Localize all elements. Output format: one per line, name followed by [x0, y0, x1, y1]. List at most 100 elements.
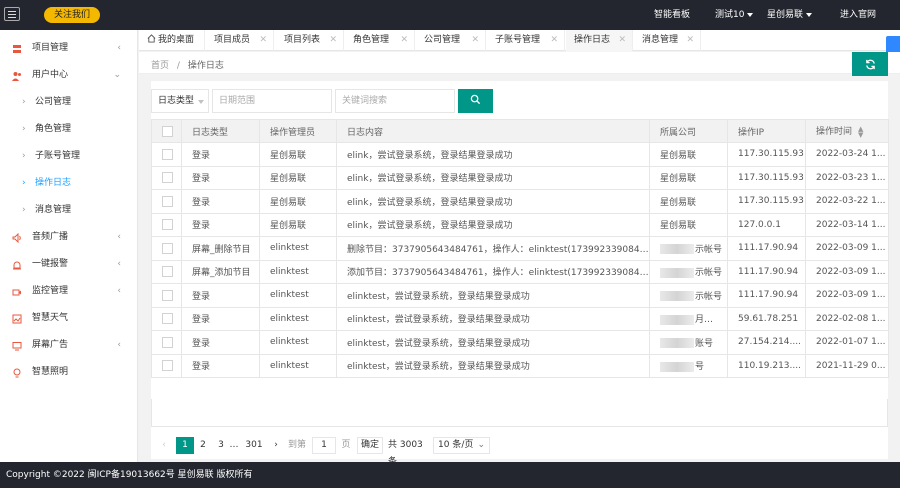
col-header-time[interactable]: 操作时间 ▲ ▼ — [805, 119, 889, 143]
page-2-button[interactable]: 2 — [196, 437, 210, 454]
sidebar-subitem-company[interactable]: › 公司管理 — [0, 89, 137, 116]
cell-time: 2022-03-09 1... — [805, 283, 889, 308]
row-checkbox[interactable] — [151, 236, 182, 261]
sidebar-item-audio[interactable]: 音频广播 ‹ — [0, 224, 137, 251]
cell-type: 登录 — [181, 353, 260, 378]
col-header-content: 日志内容 — [336, 119, 650, 143]
sidebar-item-monitor[interactable]: 监控管理 ‹ — [0, 278, 137, 305]
page-1-button[interactable]: 1 — [176, 437, 194, 454]
prev-page-button[interactable]: ‹ — [157, 437, 171, 454]
cell-ip: 111.17.90.94 — [727, 236, 806, 261]
table-row[interactable]: 屏幕_删除节目 elinktest 删除节目：3737905643484761，操作… — [151, 236, 889, 261]
table-row[interactable]: 登录 elinktest elinktest，尝试登录系统，登录结果登录成功 账号 27… — [151, 330, 889, 355]
table-row[interactable]: 登录 星创易联 elink，尝试登录系统，登录结果登录成功 星创易联 127.0.0.1… — [151, 212, 889, 237]
project-switcher[interactable]: 测试10 — [715, 0, 754, 30]
redacted-mask — [660, 291, 694, 302]
sidebar-subitem-messages[interactable]: › 消息管理 — [0, 197, 137, 224]
table-row[interactable]: 登录elinktestelinktest，尝试登录系统，登录结果登录成功月张号5… — [151, 306, 889, 331]
sort-icon[interactable]: ▲ ▼ — [858, 125, 863, 138]
follow-us-button[interactable]: 关注我们 — [44, 7, 101, 23]
user-menu[interactable]: 星创易联 — [767, 0, 813, 30]
row-checkbox[interactable] — [151, 306, 182, 331]
page-last-button[interactable]: 301 — [243, 437, 265, 454]
chevron-down-icon: ⌄ — [113, 70, 121, 80]
checkbox[interactable] — [162, 313, 173, 325]
menu-toggle-icon[interactable] — [4, 7, 20, 21]
search-button[interactable] — [458, 89, 493, 113]
log-type-select[interactable]: 日志类型 — [151, 89, 209, 113]
tab-project-list[interactable]: 项目列表 ✕ — [276, 30, 344, 51]
tab-project-members[interactable]: 项目成员 ✕ — [206, 30, 274, 51]
checkbox[interactable] — [162, 289, 173, 301]
close-icon[interactable]: ✕ — [550, 30, 558, 51]
breadcrumb-current: 操作日志 — [187, 61, 224, 71]
row-checkbox[interactable] — [151, 330, 182, 355]
next-page-button[interactable]: › — [269, 437, 283, 454]
tab-operation-log[interactable]: 操作日志 ✕ — [566, 30, 633, 52]
goto-confirm-button[interactable]: 确定 — [357, 437, 383, 454]
tab-desktop[interactable]: 我的桌面 — [139, 30, 205, 51]
breadcrumb-home[interactable]: 首页 — [151, 61, 169, 71]
tab-role-management[interactable]: 角色管理 ✕ — [345, 30, 415, 51]
chevron-down-icon: ⌄ — [477, 440, 485, 450]
cell-type: 登录 — [181, 306, 260, 331]
refresh-button[interactable] — [852, 52, 888, 76]
checkbox[interactable] — [162, 148, 173, 160]
cell-content: 添加节目：3737905643484761，操作人：elinktest(1739… — [336, 259, 650, 284]
table-row[interactable]: 登录 elinktest elinktest，尝试登录系统，登录结果登录成功 示帐号 1… — [151, 283, 889, 308]
keyword-search-input[interactable] — [335, 89, 455, 113]
close-icon[interactable]: ✕ — [471, 30, 479, 51]
tab-subaccount-management[interactable]: 子账号管理 ✕ — [487, 30, 565, 51]
col-header-ip: 操作IP — [727, 119, 806, 143]
row-checkbox[interactable] — [151, 353, 182, 378]
col-header-admin: 操作管理员 — [259, 119, 337, 143]
close-icon[interactable]: ✕ — [618, 30, 626, 51]
sidebar-item-alarm[interactable]: 一键报警 ‹ — [0, 251, 137, 278]
checkbox[interactable] — [162, 336, 173, 348]
official-site-link[interactable]: 进入官网 — [840, 0, 876, 30]
checkbox[interactable] — [162, 172, 173, 184]
cell-content: elink，尝试登录系统，登录结果登录成功 — [336, 212, 650, 237]
cell-time: 2022-03-24 1... — [805, 142, 889, 167]
row-checkbox[interactable] — [151, 165, 182, 190]
search-icon — [470, 94, 481, 105]
checkbox[interactable] — [162, 242, 173, 254]
dashboard-link[interactable]: 智能看板 — [654, 0, 690, 30]
date-range-input[interactable] — [212, 89, 332, 113]
close-icon[interactable]: ✕ — [259, 30, 267, 51]
close-icon[interactable]: ✕ — [329, 30, 337, 51]
tab-company-management[interactable]: 公司管理 ✕ — [416, 30, 486, 51]
sidebar-subitem-roles[interactable]: › 角色管理 — [0, 116, 137, 143]
table-row[interactable]: 登录 星创易联 elink，尝试登录系统，登录结果登录成功 星创易联 117.30.11… — [151, 142, 889, 167]
sidebar-item-screen-ads[interactable]: 屏幕广告 ‹ — [0, 332, 137, 359]
table-row[interactable]: 屏幕_添加节目 elinktest 添加节目：3737905643484761，操作… — [151, 259, 889, 284]
page-3-button[interactable]: 3 — [215, 437, 227, 454]
sidebar-subitem-logs[interactable]: › 操作日志 — [0, 170, 137, 197]
close-icon[interactable]: ✕ — [400, 30, 408, 51]
row-checkbox[interactable] — [151, 212, 182, 237]
goto-page-input[interactable]: 1 — [312, 437, 336, 454]
table-row[interactable]: 登录 星创易联 elink，尝试登录系统，登录结果登录成功 星创易联 117.30.11… — [151, 189, 889, 214]
sidebar-subitem-subaccounts[interactable]: › 子账号管理 — [0, 143, 137, 170]
table-row[interactable]: 登录 星创易联 elink，尝试登录系统，登录结果登录成功 星创易联 117.30.11… — [151, 165, 889, 190]
row-checkbox[interactable] — [151, 189, 182, 214]
select-all-checkbox[interactable] — [151, 119, 182, 143]
sidebar-item-users[interactable]: 用户中心 ⌄ — [0, 62, 137, 89]
sidebar-item-lighting[interactable]: 智慧照明 — [0, 359, 137, 386]
checkbox[interactable] — [162, 219, 173, 231]
page-size-select[interactable]: 10 条/页 ⌄ — [433, 437, 490, 454]
checkbox[interactable] — [162, 266, 173, 278]
cell-ip: 110.19.213.... — [727, 353, 806, 378]
row-checkbox[interactable] — [151, 259, 182, 284]
row-checkbox[interactable] — [151, 142, 182, 167]
checkbox[interactable] — [162, 195, 173, 207]
close-icon[interactable]: ✕ — [686, 30, 694, 51]
chevron-left-icon: ‹ — [117, 340, 121, 350]
table-row[interactable]: 登录 elinktest elinktest，尝试登录系统，登录结果登录成功号 110… — [151, 353, 889, 378]
tab-message-management[interactable]: 消息管理 ✕ — [634, 30, 701, 51]
alarm-icon — [13, 261, 21, 270]
row-checkbox[interactable] — [151, 283, 182, 308]
sidebar-item-project[interactable]: 项目管理 ‹ — [0, 35, 137, 62]
checkbox[interactable] — [162, 360, 173, 372]
sidebar-item-weather[interactable]: 智慧天气 — [0, 305, 137, 332]
